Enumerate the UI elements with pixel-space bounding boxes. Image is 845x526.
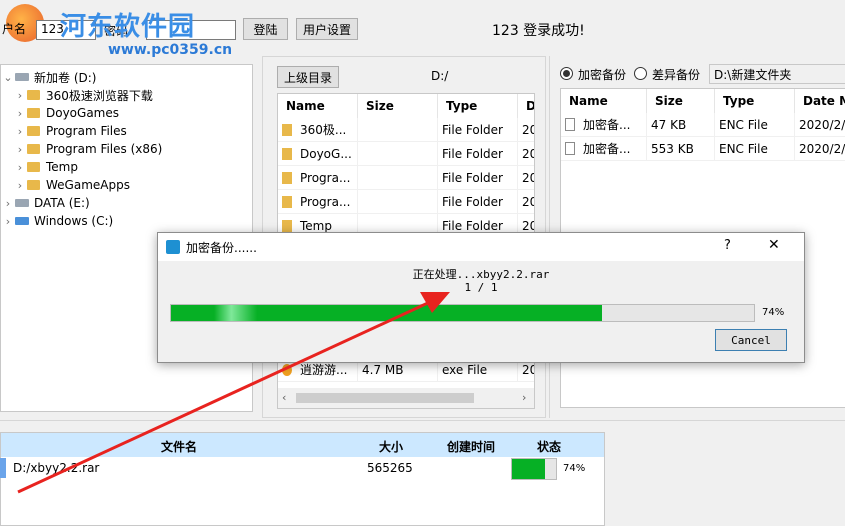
annotation-arrow xyxy=(17,292,450,494)
arrow-shaft xyxy=(17,300,431,494)
arrow-head-icon xyxy=(420,292,450,313)
